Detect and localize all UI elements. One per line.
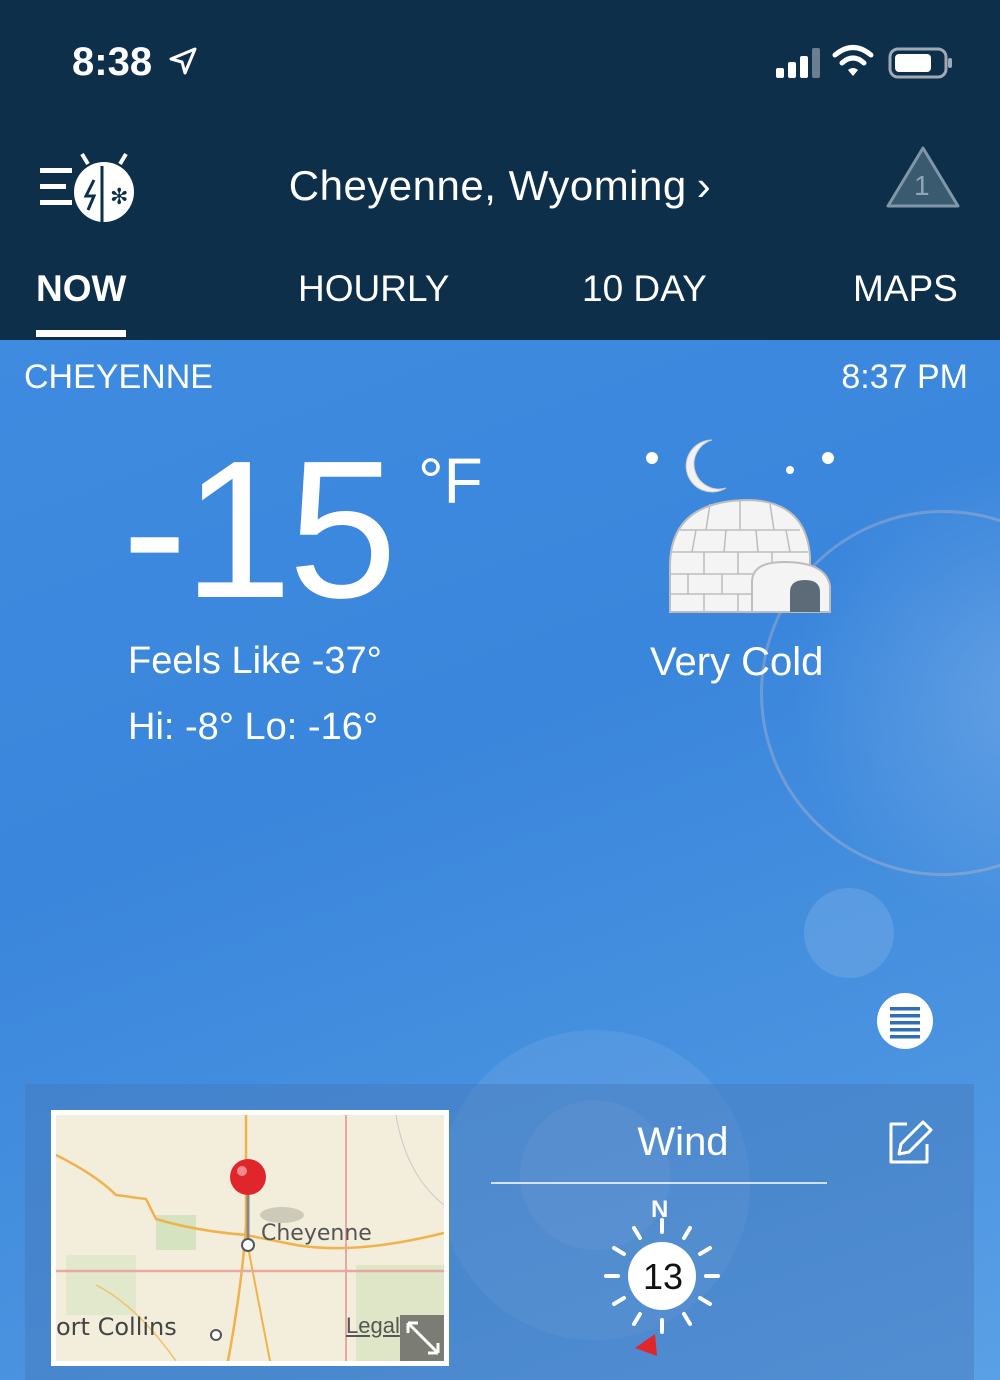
tab-maps[interactable]: MAPS	[853, 268, 958, 310]
battery-icon	[888, 47, 952, 79]
feels-like: Feels Like -37°	[128, 640, 382, 682]
active-tab-indicator	[36, 330, 126, 337]
compass-north-label: N	[651, 1196, 669, 1223]
expand-map-button[interactable]	[400, 1315, 444, 1361]
wifi-icon	[832, 45, 874, 76]
location-name: Cheyenne, Wyoming	[288, 162, 687, 209]
condition-description: Very Cold	[650, 640, 824, 684]
details-card: Cheyenne ort Collins Legal Wind N 13	[25, 1084, 974, 1380]
alert-count: 1	[914, 170, 930, 201]
status-bar: 8:38	[0, 0, 1000, 120]
map-label-fort-collins: ort Collins	[56, 1313, 177, 1341]
wind-speed: 13	[642, 1256, 684, 1297]
temperature-unit: °F	[418, 445, 483, 517]
map-label-cheyenne: Cheyenne	[261, 1221, 372, 1246]
expand-arrows-icon	[406, 1321, 440, 1355]
edit-icon[interactable]	[885, 1118, 933, 1166]
location-selector[interactable]: Cheyenne, Wyoming ›	[0, 162, 1000, 210]
location-arrow-icon	[169, 47, 197, 75]
list-menu-icon[interactable]	[876, 992, 934, 1050]
tab-now[interactable]: NOW	[36, 268, 126, 310]
tab-hourly[interactable]: HOURLY	[298, 268, 449, 310]
igloo-night-icon	[646, 439, 834, 613]
map-view: Cheyenne ort Collins Legal	[56, 1115, 444, 1361]
tab-10-day[interactable]: 10 DAY	[582, 268, 707, 310]
current-conditions-panel: CHEYENNE 8:37 PM -15 °F Feels Like -37° …	[0, 340, 1000, 1380]
divider	[491, 1182, 827, 1184]
current-temperature: -15	[122, 420, 397, 639]
hi-lo-temperature: Hi: -8° Lo: -16°	[128, 706, 379, 748]
app-header: ✻ Cheyenne, Wyoming › 1 NOW HOURLY 10 DAY…	[0, 120, 1000, 340]
city-label: CHEYENNE	[24, 358, 213, 396]
alerts-button[interactable]: 1	[884, 144, 962, 210]
tab-bar: NOW HOURLY 10 DAY MAPS	[0, 260, 1000, 340]
cellular-signal-icon	[776, 48, 820, 78]
wind-title: Wind	[637, 1120, 729, 1164]
radar-map-thumbnail[interactable]: Cheyenne ort Collins Legal	[51, 1110, 449, 1366]
chevron-right-icon: ›	[696, 162, 712, 209]
observation-time: 8:37 PM	[841, 358, 968, 396]
lens-flare	[804, 888, 894, 978]
status-time: 8:38	[72, 40, 153, 84]
map-legal-link[interactable]: Legal	[346, 1313, 400, 1339]
